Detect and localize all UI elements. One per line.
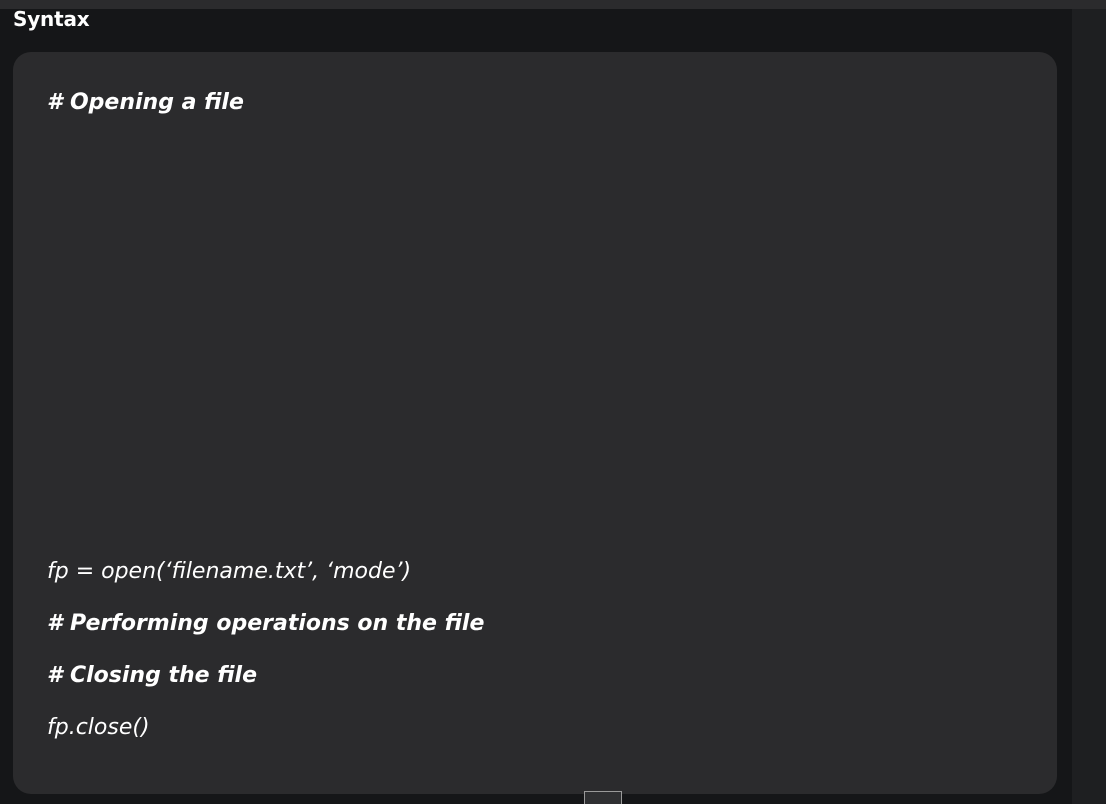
bottom-floating-tab[interactable] [584,791,622,804]
section-title: Syntax [13,7,90,31]
code-comment-opening-file: # Opening a file [47,90,244,115]
code-block: # Opening a file fp = open(‘filename.txt… [13,52,1057,794]
page: Syntax # Opening a file fp = open(‘filen… [0,0,1106,804]
code-comment-closing-file: # Closing the file [47,663,258,688]
code-close-call: fp.close() [47,715,150,740]
code-comment-operations: # Performing operations on the file [47,611,485,636]
right-scroll-rail[interactable] [1072,9,1106,804]
code-open-call: fp = open(‘filename.txt’, ‘mode’) [47,559,412,584]
top-strip [0,0,1106,9]
